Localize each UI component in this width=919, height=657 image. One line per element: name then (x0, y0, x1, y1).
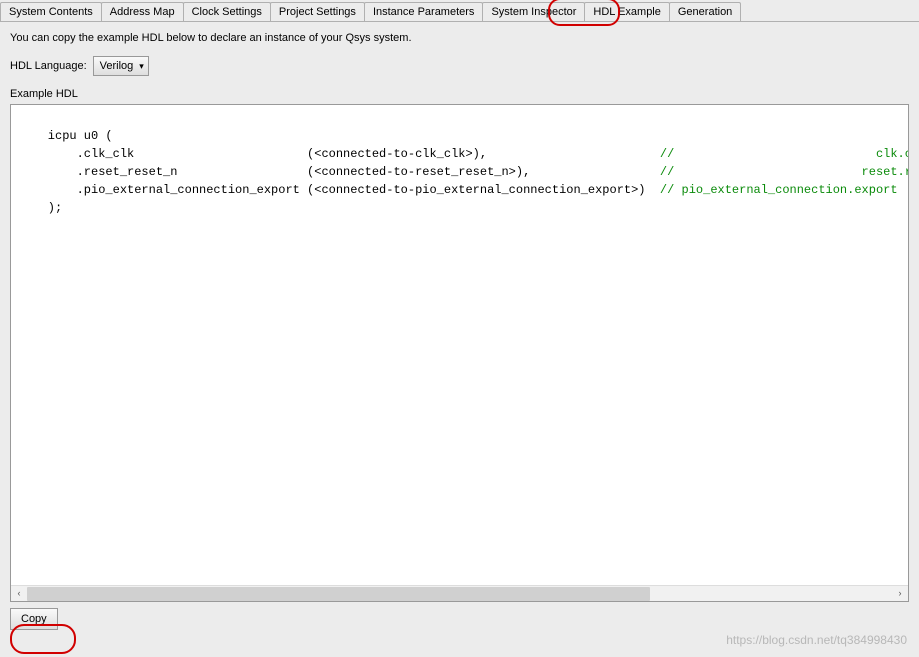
code-line: .clk_clk (<connected-to-clk_clk>), // cl… (19, 147, 909, 161)
tab-hdl-example[interactable]: HDL Example (584, 2, 669, 21)
code-box[interactable]: icpu u0 ( .clk_clk (<connected-to-clk_cl… (10, 104, 909, 602)
language-select[interactable]: Verilog ▾ (93, 56, 149, 76)
code-line: icpu u0 ( (19, 129, 113, 143)
scroll-track[interactable] (27, 587, 892, 601)
copy-button[interactable]: Copy (10, 608, 58, 630)
tab-content: You can copy the example HDL below to de… (0, 22, 919, 640)
horizontal-scrollbar[interactable]: ‹ › (11, 585, 908, 601)
tab-project-settings[interactable]: Project Settings (270, 2, 365, 21)
tab-bar: System Contents Address Map Clock Settin… (0, 0, 919, 22)
scroll-thumb[interactable] (27, 587, 650, 601)
language-label: HDL Language: (10, 60, 87, 72)
code-line: ); (19, 201, 62, 215)
tab-instance-parameters[interactable]: Instance Parameters (364, 2, 484, 21)
copy-row: Copy (10, 608, 909, 630)
chevron-down-icon: ▾ (139, 61, 144, 72)
info-text: You can copy the example HDL below to de… (10, 32, 909, 44)
tab-system-inspector[interactable]: System Inspector (482, 2, 585, 21)
scroll-left-icon[interactable]: ‹ (11, 586, 27, 602)
scroll-right-icon[interactable]: › (892, 586, 908, 602)
tab-address-map[interactable]: Address Map (101, 2, 184, 21)
code-line: .reset_reset_n (<connected-to-reset_rese… (19, 165, 909, 179)
code-line: .pio_external_connection_export (<connec… (19, 183, 898, 197)
tab-generation[interactable]: Generation (669, 2, 741, 21)
language-row: HDL Language: Verilog ▾ (10, 56, 909, 76)
tab-clock-settings[interactable]: Clock Settings (183, 2, 271, 21)
example-hdl-label: Example HDL (10, 88, 909, 100)
code-content: icpu u0 ( .clk_clk (<connected-to-clk_cl… (11, 105, 909, 239)
tab-system-contents[interactable]: System Contents (0, 2, 102, 21)
language-value: Verilog (100, 60, 134, 72)
